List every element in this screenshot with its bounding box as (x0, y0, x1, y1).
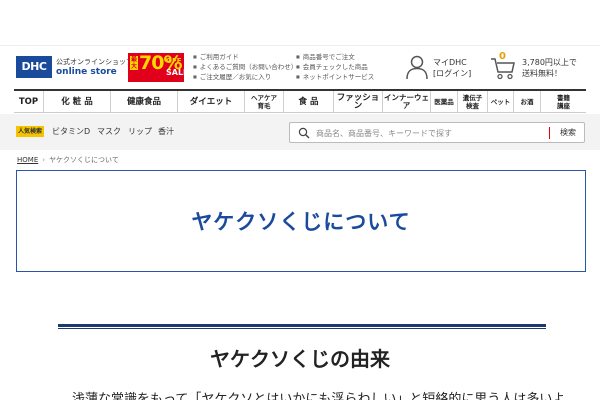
header-links-col1: ご利用ガイド よくあるご質問（お問い合わせ） ご注文履歴／お気に入り (193, 52, 298, 82)
popular-word-4[interactable]: 香汁 (158, 126, 174, 137)
store-label-jp: 公式オンラインショップ (56, 58, 133, 66)
site-header: DHC 公式オンラインショップ online store 最大 70% OFF … (0, 46, 600, 88)
body-text: 浅薄な常識をもって「ヤケクソとはいかにも浮らわしい」と短絡的に思う人は多いよ (72, 392, 566, 400)
free-shipping-text: 3,780円以上で (522, 58, 577, 67)
nav-fashion[interactable]: ファッション (334, 91, 383, 112)
nav-cosmetics[interactable]: 化 粧 品 (44, 91, 111, 112)
nav-haircare[interactable]: ヘアケア 育毛 (245, 91, 284, 112)
search-box: 検索 (289, 122, 585, 143)
top-strip (0, 0, 600, 46)
nav-top[interactable]: TOP (14, 91, 44, 112)
section-rule-thin (58, 328, 546, 329)
search-divider (549, 127, 550, 139)
popular-search-tag: 人気検索 (16, 126, 44, 137)
section-rule-thick (58, 324, 546, 327)
page-title: ヤケクソくじについて (191, 210, 411, 234)
sale-off: OFF (166, 57, 182, 65)
login-link[interactable]: [ログイン] (433, 68, 471, 79)
category-nav: TOP 化 粧 品 健康食品 ダイエット ヘアケア 育毛 食 品 ファッション … (14, 89, 586, 113)
popular-word-lip[interactable]: リップ (128, 126, 152, 137)
nav-innerwear[interactable]: インナーウェア (383, 91, 431, 112)
link-net-points[interactable]: ネットポイントサービス (296, 72, 375, 82)
nav-medicine[interactable]: 医薬品 (431, 91, 458, 112)
header-links-col2: 商品番号でご注文 会員チェックした商品 ネットポイントサービス (296, 52, 375, 82)
nav-pet[interactable]: ペット (488, 91, 514, 112)
nav-health-food[interactable]: 健康食品 (111, 91, 178, 112)
popular-word-mask[interactable]: マスク (97, 126, 121, 137)
person-icon[interactable] (405, 54, 429, 80)
sale-tag: 最大 (130, 56, 138, 70)
link-history[interactable]: ご注文履歴／お気に入り (193, 72, 297, 82)
store-label-en: online store (56, 67, 117, 77)
link-checked-items[interactable]: 会員チェックした商品 (296, 62, 374, 72)
mypage-link[interactable]: マイDHC (433, 57, 467, 68)
search-bar-row: 人気検索 ビタミンD マスク リップ 香汁 検索 (0, 114, 600, 150)
sale-banner[interactable]: 最大 70% OFF SALE (128, 52, 189, 82)
search-input[interactable] (316, 126, 546, 140)
breadcrumb-current: ヤケクソくじについて (49, 156, 119, 164)
search-icon (298, 127, 310, 139)
search-button[interactable]: 検索 (552, 125, 584, 141)
page-title-box: ヤケクソくじについて (16, 170, 586, 272)
link-guide[interactable]: ご利用ガイド (193, 52, 297, 62)
cart-count-badge: 0 (499, 51, 506, 62)
link-order-by-number[interactable]: 商品番号でご注文 (296, 52, 374, 62)
nav-books[interactable]: 書籍 講座 (541, 91, 586, 112)
nav-genetic-test[interactable]: 遺伝子 検査 (458, 91, 488, 112)
link-faq[interactable]: よくあるご質問（お問い合わせ） (193, 62, 298, 72)
nav-food[interactable]: 食 品 (284, 91, 334, 112)
breadcrumb: HOME › ヤケクソくじについて (17, 155, 119, 165)
sale-word: SALE (166, 68, 189, 77)
dhc-logo[interactable]: DHC (16, 56, 52, 78)
nav-liquor[interactable]: お酒 (514, 91, 541, 112)
breadcrumb-home[interactable]: HOME (17, 156, 38, 164)
section-title: ヤケクソくじの由来 (210, 347, 390, 371)
breadcrumb-separator: › (42, 156, 46, 164)
popular-word-vitamin-d[interactable]: ビタミンD (52, 126, 90, 137)
nav-diet[interactable]: ダイエット (178, 91, 245, 112)
free-shipping-text-2: 送料無料！ (522, 69, 562, 78)
